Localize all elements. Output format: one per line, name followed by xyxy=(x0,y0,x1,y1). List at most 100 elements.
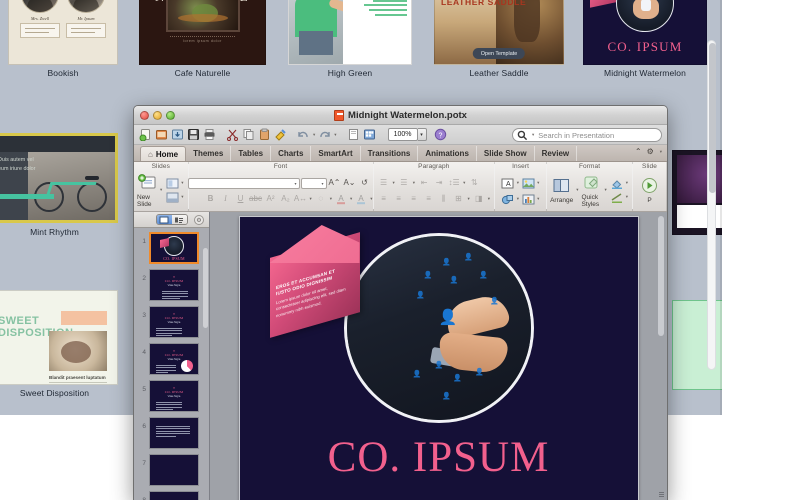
ribbon-tab-controls[interactable]: ⌃ ⚙ ▾ xyxy=(635,147,663,156)
new-doc-icon[interactable] xyxy=(138,127,153,142)
text-box-icon[interactable]: A xyxy=(501,177,515,190)
ribbon-tabstrip[interactable]: ⌂ Home Themes Tables Charts SmartArt Tra… xyxy=(134,145,667,162)
picture-icon[interactable] xyxy=(521,177,535,190)
slide-theme-icon[interactable] xyxy=(165,191,179,204)
new-slide-icon[interactable] xyxy=(137,173,157,193)
scissors-icon[interactable] xyxy=(225,127,240,142)
stage-resize-grip[interactable] xyxy=(656,488,666,500)
stage-scrollbar-track[interactable] xyxy=(658,216,664,486)
play-slideshow-button[interactable]: P xyxy=(640,176,660,204)
search-input[interactable]: Search in Presentation xyxy=(538,131,614,140)
text-direction-icon[interactable]: ⇅ xyxy=(467,177,481,190)
increase-font-size-icon[interactable]: A⌃ xyxy=(328,177,342,190)
table-row[interactable]: 3 ✦ CO. IPSUM Vitae Nigra xyxy=(134,306,209,338)
navigator-toolbar[interactable]: ⚙ xyxy=(134,212,209,228)
tab-smartart[interactable]: SmartArt xyxy=(311,146,361,161)
template-card-cafe-naturelle[interactable]: CAFE NATURELLE lorem ipsum dolor xyxy=(139,0,266,65)
tab-animations[interactable]: Animations xyxy=(418,146,477,161)
numbered-list-icon[interactable]: ☰ xyxy=(397,177,411,190)
template-thumbnail-mint-rhythm[interactable]: Duis autem vel eum iriure dolor xyxy=(0,133,118,223)
shape-line-icon[interactable] xyxy=(610,191,624,204)
slide-thumbnail-7[interactable] xyxy=(149,454,199,486)
slide-thumbnail-1[interactable]: CO. IPSUM xyxy=(149,232,199,264)
italic-icon[interactable]: I xyxy=(219,193,233,206)
gear-icon[interactable]: ⚙ xyxy=(647,147,654,156)
tab-tables[interactable]: Tables xyxy=(231,146,272,161)
theme-caret[interactable]: ▾ xyxy=(180,194,184,200)
bulleted-list-icon[interactable]: ☰ xyxy=(377,177,391,190)
printer-icon[interactable] xyxy=(202,127,217,142)
template-thumbnail-leather-saddle[interactable]: NEW LEATHER SADDLE Open Template xyxy=(434,0,564,65)
save-as-icon[interactable] xyxy=(170,127,185,142)
slide-thumbnail-list[interactable]: 1 CO. IPSUM 2 ✦ CO. IPSUM Vitae Nigra 3 … xyxy=(134,228,209,500)
table-row[interactable]: 5 ✦ CO. IPSUM Vitae Nigra xyxy=(134,380,209,412)
template-thumbnail-cafe-naturelle[interactable]: CAFE NATURELLE lorem ipsum dolor xyxy=(139,0,266,65)
template-thumbnail-midnight-watermelon[interactable]: CO. IPSUM xyxy=(583,0,707,65)
text-effects-icon[interactable]: ◌ xyxy=(314,193,328,206)
template-thumbnail-high-green[interactable]: HIGH GREEN xyxy=(288,0,412,65)
font-color-icon[interactable]: A xyxy=(334,193,348,206)
table-row[interactable]: 4 ✦ CO. IPSUM Vitae Nigra xyxy=(134,343,209,375)
text-align-vertical-icon[interactable]: ⊞ xyxy=(452,193,466,206)
floppy-icon[interactable] xyxy=(186,127,201,142)
tab-home[interactable]: ⌂ Home xyxy=(140,146,187,161)
slide-view-icon[interactable] xyxy=(156,215,172,224)
slide-thumbnail-4[interactable]: ✦ CO. IPSUM Vitae Nigra xyxy=(149,343,199,375)
character-spacing-icon[interactable]: A↔ xyxy=(294,193,308,206)
navigator-scrollbar[interactable] xyxy=(203,248,208,328)
shapes-icon[interactable] xyxy=(501,193,515,206)
zoom-value[interactable]: 100% xyxy=(387,128,418,141)
redo-arrow-icon[interactable] xyxy=(317,127,332,142)
gear-icon[interactable]: ⚙ xyxy=(194,215,204,225)
slide-thumbnail-5[interactable]: ✦ CO. IPSUM Vitae Nigra xyxy=(149,380,199,412)
slide-layout-icon[interactable] xyxy=(165,177,179,190)
outline-view-icon[interactable] xyxy=(171,215,187,224)
insert-chart-icon[interactable] xyxy=(521,193,535,206)
standard-toolbar[interactable]: ▾ ▾ 100% ▾ ? ▾ Search in Presentation xyxy=(134,125,667,145)
table-row[interactable]: 6 xyxy=(134,417,209,449)
media-grid-icon[interactable] xyxy=(362,127,377,142)
question-mark-icon[interactable]: ? xyxy=(433,127,448,142)
line-spacing-icon[interactable]: ↕☰ xyxy=(447,177,461,190)
slide-editing-stage[interactable]: 👤 👤 👤 👤 👤 👤 👤 👤 👤 👤 👤 👤 👤 EROS ET ACCUMS… xyxy=(210,212,667,500)
template-card-midnight-watermelon[interactable]: CO. IPSUM xyxy=(583,0,707,65)
undo-arrow-icon[interactable] xyxy=(296,127,311,142)
redo-dropdown-caret[interactable]: ▾ xyxy=(333,132,337,138)
slide-thumbnail-3[interactable]: ✦ CO. IPSUM Vitae Nigra xyxy=(149,306,199,338)
strikethrough-icon[interactable]: abc xyxy=(249,193,263,206)
play-icon[interactable] xyxy=(640,176,660,196)
slide-icon[interactable] xyxy=(346,127,361,142)
font-color-caret[interactable]: ▾ xyxy=(349,196,353,202)
bold-icon[interactable]: B xyxy=(204,193,218,206)
decrease-font-size-icon[interactable]: A⌄ xyxy=(343,177,357,190)
subscript-icon[interactable]: A₂ xyxy=(279,193,293,206)
spacing-caret[interactable]: ▾ xyxy=(309,196,313,202)
tab-transitions[interactable]: Transitions xyxy=(361,146,419,161)
quick-styles-icon[interactable] xyxy=(581,173,601,193)
undo-dropdown-caret[interactable]: ▾ xyxy=(312,132,316,138)
table-row[interactable]: 7 xyxy=(134,454,209,486)
template-thumbnail-sweet-disposition[interactable]: SWEET DISPOSITION Blandit praesent lupta… xyxy=(0,290,118,385)
layout-caret[interactable]: ▾ xyxy=(180,180,184,186)
quick-styles-caret[interactable]: ▾ xyxy=(603,187,607,193)
table-row[interactable]: 1 CO. IPSUM xyxy=(134,232,209,264)
window-titlebar[interactable]: Midnight Watermelon.potx xyxy=(134,106,667,125)
align-center-icon[interactable]: ≡ xyxy=(392,193,406,206)
tab-slide-show[interactable]: Slide Show xyxy=(477,146,535,161)
new-slide-button[interactable]: New Slide xyxy=(137,173,157,208)
options-caret[interactable]: ▾ xyxy=(659,149,663,155)
tab-charts[interactable]: Charts xyxy=(271,146,312,161)
open-folder-icon[interactable] xyxy=(154,127,169,142)
table-row[interactable]: 8 xyxy=(134,491,209,500)
chevron-up-icon[interactable]: ⌃ xyxy=(635,147,642,156)
slide-thumbnail-2[interactable]: ✦ CO. IPSUM Vitae Nigra xyxy=(149,269,199,301)
arrange-caret[interactable]: ▾ xyxy=(575,187,579,193)
template-card-bookish[interactable]: Mrs. Zwell Mr. Ipsum xyxy=(8,0,118,65)
superscript-icon[interactable]: A² xyxy=(264,193,278,206)
align-left-icon[interactable]: ≡ xyxy=(377,193,391,206)
template-thumbnail-bookish[interactable]: Mrs. Zwell Mr. Ipsum xyxy=(8,0,118,65)
quick-styles-button[interactable]: Quick Styles xyxy=(581,173,601,208)
search-scope-caret[interactable]: ▾ xyxy=(531,132,535,138)
paintbrush-icon[interactable] xyxy=(273,127,288,142)
slide-thumbnail-6[interactable] xyxy=(149,417,199,449)
